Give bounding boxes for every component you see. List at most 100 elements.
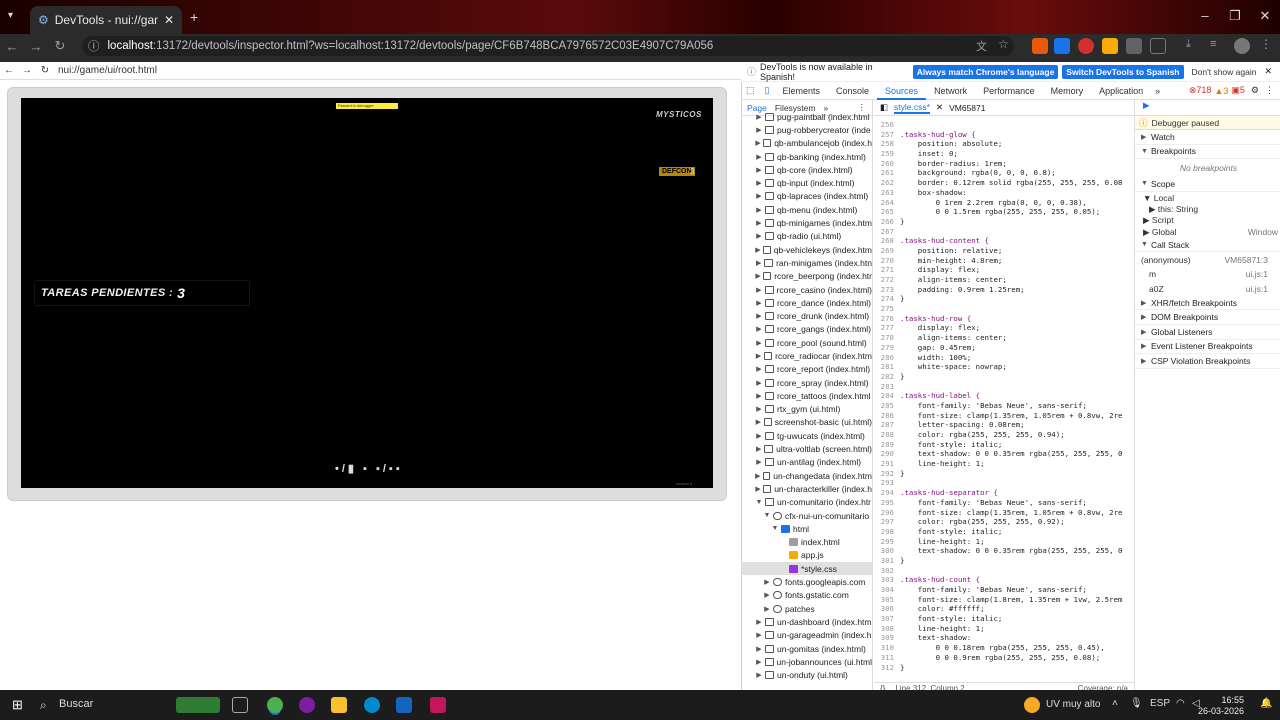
tree-item[interactable]: ▶ rcore_tattoos (index.html xyxy=(741,389,872,402)
expand-arrow-icon[interactable]: ▶ xyxy=(753,339,765,347)
tab-performance[interactable]: Performance xyxy=(975,86,1043,96)
expand-arrow-icon[interactable]: ▶ xyxy=(753,259,764,267)
reload-icon[interactable]: ↻ xyxy=(48,38,72,54)
code-line[interactable]: 300 text-shadow: 0 0 0.35rem rgba(255, 2… xyxy=(874,546,1134,556)
error-count[interactable]: ⊗718 xyxy=(1189,85,1212,96)
expand-arrow-icon[interactable]: ▶ xyxy=(753,299,765,307)
paused-banner[interactable]: Paused in debugger xyxy=(336,103,398,109)
debugger-section[interactable]: ▶ CSP Violation Breakpoints xyxy=(1135,354,1280,369)
line-number[interactable]: 270 xyxy=(874,256,900,266)
expand-arrow-icon[interactable]: ▶ xyxy=(753,113,765,121)
expand-arrow-icon[interactable]: ▶ xyxy=(753,192,765,200)
expand-arrow-icon[interactable]: ▶ xyxy=(753,246,763,254)
line-number[interactable]: 259 xyxy=(874,149,900,159)
expand-arrow-icon[interactable]: ▶ xyxy=(753,472,763,480)
expand-arrow-icon[interactable]: ▶ xyxy=(761,578,773,586)
code-line[interactable]: 268 .tasks-hud-content { xyxy=(874,236,1134,246)
reload-icon[interactable]: ↻ xyxy=(36,65,54,76)
code-line[interactable]: 276 .tasks-hud-row { xyxy=(874,314,1134,324)
scope-local[interactable]: ▼ Local xyxy=(1135,192,1280,204)
line-number[interactable]: 282 xyxy=(874,372,900,382)
line-number[interactable]: 281 xyxy=(874,362,900,372)
extension-icon[interactable] xyxy=(1032,38,1048,54)
line-number[interactable]: 260 xyxy=(874,159,900,169)
tree-item[interactable]: ▶ un-changedata (index.htm xyxy=(741,469,872,482)
extension-icon[interactable] xyxy=(1054,38,1070,54)
menu-icon[interactable]: ⋮ xyxy=(1260,37,1272,51)
code-line[interactable]: 281 white-space: nowrap; xyxy=(874,362,1134,372)
expand-arrow-icon[interactable]: ▶ xyxy=(753,219,765,227)
expand-arrow-icon[interactable]: ▶ xyxy=(1141,313,1151,321)
expand-arrow-icon[interactable]: ▶ xyxy=(753,352,764,360)
code-line[interactable]: 295 font-family: 'Bebas Neue', sans-seri… xyxy=(874,498,1134,508)
code-line[interactable]: 301} xyxy=(874,556,1134,566)
code-line[interactable]: 264 0 1rem 2.2rem rgba(0, 0, 0, 0.38), xyxy=(874,198,1134,208)
translate-icon[interactable]: 文 xyxy=(976,38,987,54)
tree-item[interactable]: ▶ qb-lapraces (index.html) xyxy=(741,190,872,203)
close-tab-icon[interactable]: ✕ xyxy=(936,102,943,113)
code-line[interactable]: 261 background: rgba(0, 0, 0, 0.8); xyxy=(874,168,1134,178)
expand-arrow-icon[interactable]: ▶ xyxy=(753,272,763,280)
app-icon[interactable] xyxy=(430,697,446,713)
line-number[interactable]: 311 xyxy=(874,653,900,663)
expand-arrow-icon[interactable]: ▶ xyxy=(761,605,773,613)
code-line[interactable]: 269 position: relative; xyxy=(874,246,1134,256)
expand-arrow-icon[interactable]: ▶ xyxy=(753,631,765,639)
scope-script[interactable]: ▶ Script xyxy=(1135,215,1280,227)
line-number[interactable]: 285 xyxy=(874,401,900,411)
line-number[interactable]: 302 xyxy=(874,566,900,576)
expand-arrow-icon[interactable]: ▶ xyxy=(753,379,765,387)
tree-item[interactable]: ▶ rcore_gangs (index.html) xyxy=(741,323,872,336)
expand-arrow-icon[interactable]: ▶ xyxy=(753,432,765,440)
weather-text[interactable]: UV muy alto xyxy=(1046,699,1100,710)
code-line[interactable]: 289 font-style: italic; xyxy=(874,440,1134,450)
expand-arrow-icon[interactable]: ▶ xyxy=(753,618,765,626)
line-number[interactable]: 289 xyxy=(874,440,900,450)
scope-this[interactable]: ▶ this: String xyxy=(1135,203,1280,215)
line-number[interactable]: 262 xyxy=(874,178,900,188)
tree-item[interactable]: ▼ un-comunitario (index.htr xyxy=(741,496,872,509)
tree-item[interactable]: ▶ un-dashboard (index.htm xyxy=(741,615,872,628)
call-stack-section[interactable]: ▼ Call Stack xyxy=(1135,238,1280,253)
code-line[interactable]: 282} xyxy=(874,372,1134,382)
expand-arrow-icon[interactable]: ▶ xyxy=(1141,357,1151,365)
code-line[interactable]: 298 font-style: italic; xyxy=(874,527,1134,537)
code-line[interactable]: 307 font-style: italic; xyxy=(874,614,1134,624)
call-frame[interactable]: (anonymous) VM65871:3 xyxy=(1135,252,1280,267)
code-line[interactable]: 297 color: rgba(255, 255, 255, 0.92); xyxy=(874,517,1134,527)
expand-arrow-icon[interactable]: ▶ xyxy=(753,166,765,174)
call-frame[interactable]: a0Z ui.js:1 xyxy=(1135,281,1280,296)
code-line[interactable]: 291 line-height: 1; xyxy=(874,459,1134,469)
tree-item[interactable]: ▶ rcore_spray (index.html) xyxy=(741,376,872,389)
line-number[interactable]: 291 xyxy=(874,459,900,469)
line-number[interactable]: 268 xyxy=(874,236,900,246)
issues-count[interactable]: ▣5 xyxy=(1231,85,1245,96)
tree-item[interactable]: ▶ qb-radio (ui.html) xyxy=(741,230,872,243)
code-line[interactable]: 265 0 0 1.5rem rgba(255, 255, 255, 0.05)… xyxy=(874,207,1134,217)
tree-item[interactable]: ▶ tg-uwucats (index.html) xyxy=(741,429,872,442)
code-line[interactable]: 256 xyxy=(874,120,1134,130)
language-indicator[interactable]: ESP xyxy=(1150,698,1170,709)
expand-arrow-icon[interactable]: ▶ xyxy=(753,445,764,453)
call-frame-location[interactable]: ui.js:1 xyxy=(1246,269,1268,279)
call-frame[interactable]: m ui.js:1 xyxy=(1135,267,1280,282)
code-line[interactable]: 270 min-height: 4.8rem; xyxy=(874,256,1134,266)
back-icon[interactable]: ← xyxy=(0,39,24,54)
address-bar[interactable]: ⓘ localhost:13172/devtools/inspector.htm… xyxy=(82,36,1014,56)
code-line[interactable]: 260 border-radius: 1rem; xyxy=(874,159,1134,169)
expand-arrow-icon[interactable]: ▶ xyxy=(753,126,765,134)
expand-arrow-icon[interactable]: ▶ xyxy=(753,365,765,373)
line-number[interactable]: 305 xyxy=(874,595,900,605)
expand-arrow-icon[interactable]: ▶ xyxy=(753,286,765,294)
expand-arrow-icon[interactable]: ▶ xyxy=(753,645,765,653)
line-number[interactable]: 275 xyxy=(874,304,900,314)
line-number[interactable]: 256 xyxy=(874,120,900,130)
code-line[interactable]: 306 color: #ffffff; xyxy=(874,604,1134,614)
expand-arrow-icon[interactable]: ▼ xyxy=(761,512,773,519)
code-line[interactable]: 258 position: absolute; xyxy=(874,139,1134,149)
line-number[interactable]: 264 xyxy=(874,198,900,208)
extension-icon[interactable] xyxy=(1102,38,1118,54)
expand-arrow-icon[interactable]: ▶ xyxy=(1141,299,1151,307)
more-tabs-icon[interactable]: » xyxy=(1151,86,1164,96)
code-line[interactable]: 262 border: 0.12rem solid rgba(255, 255,… xyxy=(874,178,1134,188)
